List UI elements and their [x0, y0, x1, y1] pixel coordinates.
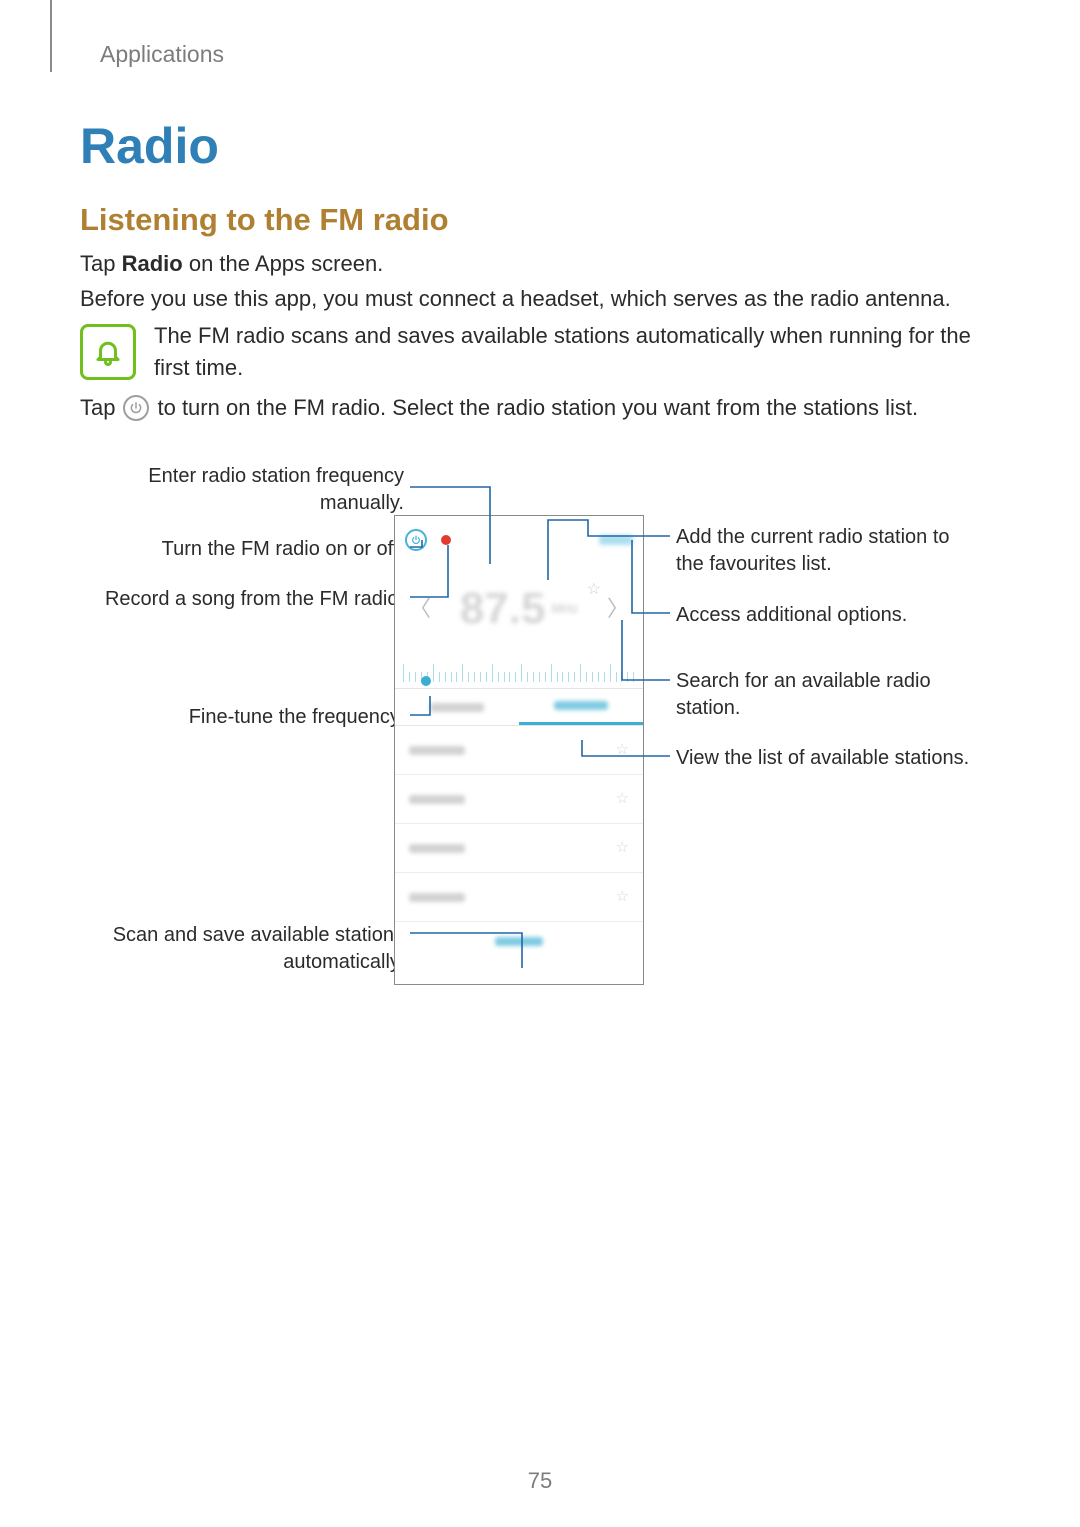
station-name — [409, 746, 465, 755]
station-name — [409, 893, 465, 902]
chevron-left-icon[interactable]: 〈 — [409, 593, 431, 625]
frequency-display[interactable]: 〈 87.5 MHz ☆ 〉 — [395, 564, 643, 654]
station-row[interactable]: ☆ — [395, 775, 643, 824]
station-name — [409, 844, 465, 853]
phone-mockup: 〈 87.5 MHz ☆ 〉 ☆ ☆ — [394, 515, 644, 985]
station-row[interactable]: ☆ — [395, 726, 643, 775]
bell-icon — [80, 324, 136, 380]
star-icon[interactable]: ☆ — [616, 886, 629, 908]
frequency-ruler[interactable] — [395, 654, 643, 688]
star-icon[interactable]: ☆ — [616, 788, 629, 810]
scan-button[interactable] — [395, 922, 643, 960]
chevron-right-icon[interactable]: 〉 — [607, 593, 629, 625]
power-button[interactable] — [405, 529, 427, 551]
callout-search-station: Search for an available radio station. — [676, 668, 966, 722]
text: to turn on the FM radio. Select the radi… — [157, 392, 918, 424]
text: Tap — [80, 392, 115, 424]
page-number: 75 — [0, 1465, 1080, 1497]
header-rule — [50, 0, 52, 72]
record-button[interactable] — [441, 535, 451, 545]
tap-power-line: Tap to turn on the FM radio. Select the … — [80, 392, 918, 424]
station-tabs — [395, 688, 643, 726]
text: on the Apps screen. — [183, 251, 384, 276]
intro-line-1: Tap Radio on the Apps screen. — [80, 248, 383, 280]
options-button[interactable] — [599, 535, 633, 545]
station-row[interactable]: ☆ — [395, 873, 643, 922]
callout-fine-tune: Fine-tune the frequency. — [170, 704, 404, 731]
callout-more-options: Access additional options. — [676, 602, 966, 629]
callout-scan-save: Scan and save available stations automat… — [110, 922, 404, 976]
star-icon[interactable]: ☆ — [616, 739, 629, 761]
frequency-value: 87.5 — [460, 577, 546, 641]
section-title: Listening to the FM radio — [80, 198, 449, 243]
tab-favourites[interactable] — [395, 689, 519, 725]
page-title: Radio — [80, 110, 219, 183]
ruler-marks — [395, 654, 643, 688]
star-icon[interactable]: ☆ — [616, 837, 629, 859]
station-row[interactable]: ☆ — [395, 824, 643, 873]
ruler-knob[interactable] — [421, 676, 431, 686]
callout-view-list: View the list of available stations. — [676, 745, 986, 772]
tab-stations[interactable] — [519, 689, 643, 725]
breadcrumb: Applications — [100, 38, 224, 71]
frequency-unit: MHz — [551, 600, 578, 619]
callout-toggle-radio: Turn the FM radio on or off. — [148, 536, 404, 563]
power-icon — [123, 395, 149, 421]
callout-add-favourite: Add the current radio station to the fav… — [676, 524, 966, 578]
radio-diagram: Enter radio station frequency manually. … — [0, 430, 1080, 990]
note-box: The FM radio scans and saves available s… — [80, 320, 1000, 384]
note-text: The FM radio scans and saves available s… — [154, 320, 1000, 384]
text: Tap — [80, 251, 122, 276]
intro-line-2: Before you use this app, you must connec… — [80, 283, 951, 315]
radio-bold: Radio — [122, 251, 183, 276]
scan-label — [495, 937, 543, 946]
radio-topbar — [395, 516, 643, 564]
callout-record: Record a song from the FM radio. — [100, 586, 404, 613]
station-name — [409, 795, 465, 804]
favourite-star-icon[interactable]: ☆ — [587, 578, 601, 601]
callout-enter-frequency: Enter radio station frequency manually. — [130, 463, 404, 517]
